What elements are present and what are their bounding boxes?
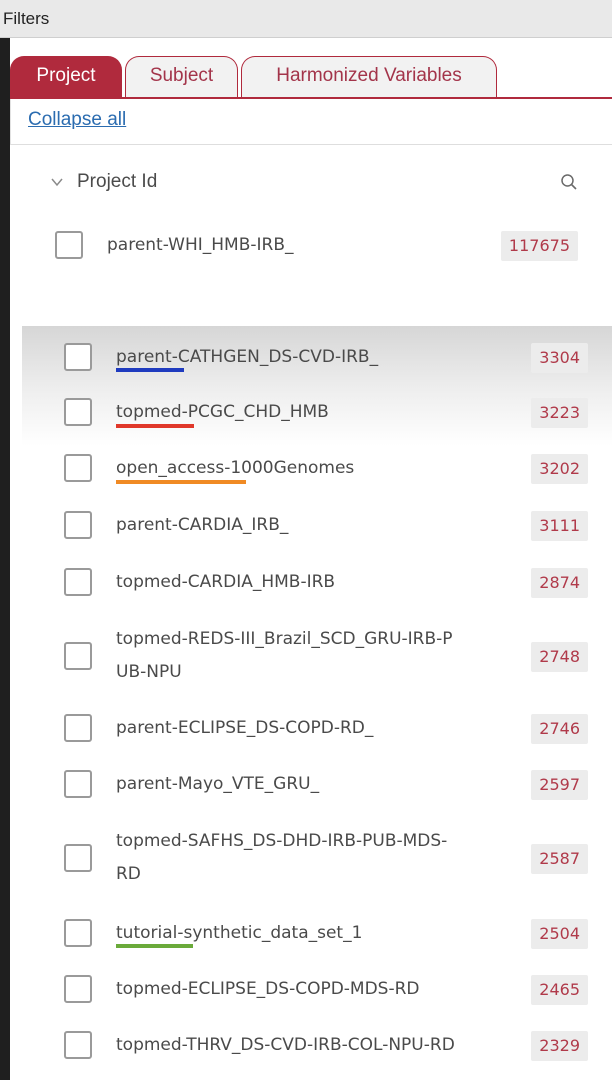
tab-harmonized-variables[interactable]: Harmonized Variables — [241, 56, 497, 98]
tab-subject[interactable]: Subject — [125, 56, 238, 98]
checkbox[interactable] — [64, 714, 92, 742]
list-item-label[interactable]: parent-Mayo_VTE_GRU_ — [116, 768, 319, 800]
count-badge: 2329 — [531, 1031, 588, 1061]
search-icon[interactable] — [560, 173, 578, 191]
list-item[interactable]: topmed-CARDIA_HMB-IRB 2874 — [0, 566, 612, 600]
list-item[interactable]: topmed-REDS-III_Brazil_SCD_GRU-IRB-P UB-… — [0, 623, 612, 689]
list-item[interactable]: parent-CATHGEN_DS-CVD-IRB_ 3304 — [0, 341, 612, 375]
list-item-label[interactable]: topmed-ECLIPSE_DS-COPD-MDS-RD — [116, 973, 420, 1005]
list-item[interactable]: topmed-ECLIPSE_DS-COPD-MDS-RD 2465 — [0, 973, 612, 1007]
count-badge: 3223 — [531, 398, 588, 428]
window-titlebar: Filters — [0, 0, 612, 38]
list-item-label[interactable]: parent-CARDIA_IRB_ — [116, 509, 288, 541]
window-title: Filters — [3, 9, 50, 28]
list-item[interactable]: topmed-SAFHS_DS-DHD-IRB-PUB-MDS- RD 2587 — [0, 825, 612, 891]
list-item-label[interactable]: topmed-THRV_DS-CVD-IRB-COL-NPU-RD — [116, 1029, 455, 1061]
count-badge: 2465 — [531, 975, 588, 1005]
checkbox[interactable] — [64, 642, 92, 670]
list-item[interactable]: tutorial-synthetic_data_set_1 2504 — [0, 917, 612, 951]
list-item-label[interactable]: parent-WHI_HMB-IRB_ — [107, 229, 294, 261]
list-item[interactable]: parent-WHI_HMB-IRB_ 117675 — [0, 229, 612, 263]
filter-tabs: Project Subject Harmonized Variables — [10, 56, 610, 98]
checkbox[interactable] — [64, 568, 92, 596]
list-item-label[interactable]: topmed-CARDIA_HMB-IRB — [116, 566, 335, 598]
collapse-row: Collapse all — [10, 99, 612, 145]
list-item-label[interactable]: topmed-SAFHS_DS-DHD-IRB-PUB-MDS- — [116, 825, 447, 857]
list-item[interactable]: parent-CARDIA_IRB_ 3111 — [0, 509, 612, 543]
checkbox[interactable] — [55, 231, 83, 259]
list-item[interactable]: parent-ECLIPSE_DS-COPD-RD_ 2746 — [0, 712, 612, 746]
list-item[interactable]: topmed-THRV_DS-CVD-IRB-COL-NPU-RD 2329 — [0, 1029, 612, 1063]
chevron-down-icon[interactable] — [50, 175, 64, 189]
checkbox[interactable] — [64, 511, 92, 539]
list-item[interactable]: parent-Mayo_VTE_GRU_ 2597 — [0, 768, 612, 802]
list-item[interactable]: open_access-1000Genomes 3202 — [0, 452, 612, 486]
checkbox[interactable] — [64, 454, 92, 482]
field-label: Project Id — [77, 171, 158, 192]
list-item-label[interactable]: parent-ECLIPSE_DS-COPD-RD_ — [116, 712, 373, 744]
count-badge: 2587 — [531, 844, 588, 874]
count-badge: 2748 — [531, 642, 588, 672]
count-badge: 3202 — [531, 454, 588, 484]
count-badge: 3111 — [531, 511, 588, 541]
checkbox[interactable] — [64, 844, 92, 872]
collapse-all-link[interactable]: Collapse all — [28, 109, 126, 131]
checkbox[interactable] — [64, 770, 92, 798]
count-badge: 117675 — [500, 231, 578, 261]
checkbox[interactable] — [64, 919, 92, 947]
count-badge: 3304 — [531, 343, 588, 373]
count-badge: 2504 — [531, 919, 588, 949]
count-badge: 2874 — [531, 568, 588, 598]
checkbox[interactable] — [64, 1031, 92, 1059]
tab-project[interactable]: Project — [10, 56, 122, 98]
checkbox[interactable] — [64, 975, 92, 1003]
count-badge: 2597 — [531, 770, 588, 800]
list-item[interactable]: topmed-PCGC_CHD_HMB 3223 — [0, 396, 612, 430]
prefix-underline-topmed — [116, 424, 194, 428]
checkbox[interactable] — [64, 398, 92, 426]
prefix-underline-open-access — [116, 480, 246, 484]
prefix-underline-parent — [116, 368, 184, 372]
list-item-label-continuation[interactable]: RD — [116, 858, 141, 890]
list-item-label-continuation[interactable]: UB-NPU — [116, 656, 182, 688]
checkbox[interactable] — [64, 343, 92, 371]
prefix-underline-tutorial — [116, 944, 193, 948]
count-badge: 2746 — [531, 714, 588, 744]
list-item-label[interactable]: topmed-REDS-III_Brazil_SCD_GRU-IRB-P — [116, 623, 453, 655]
project-id-field-header[interactable]: Project Id — [50, 170, 590, 200]
